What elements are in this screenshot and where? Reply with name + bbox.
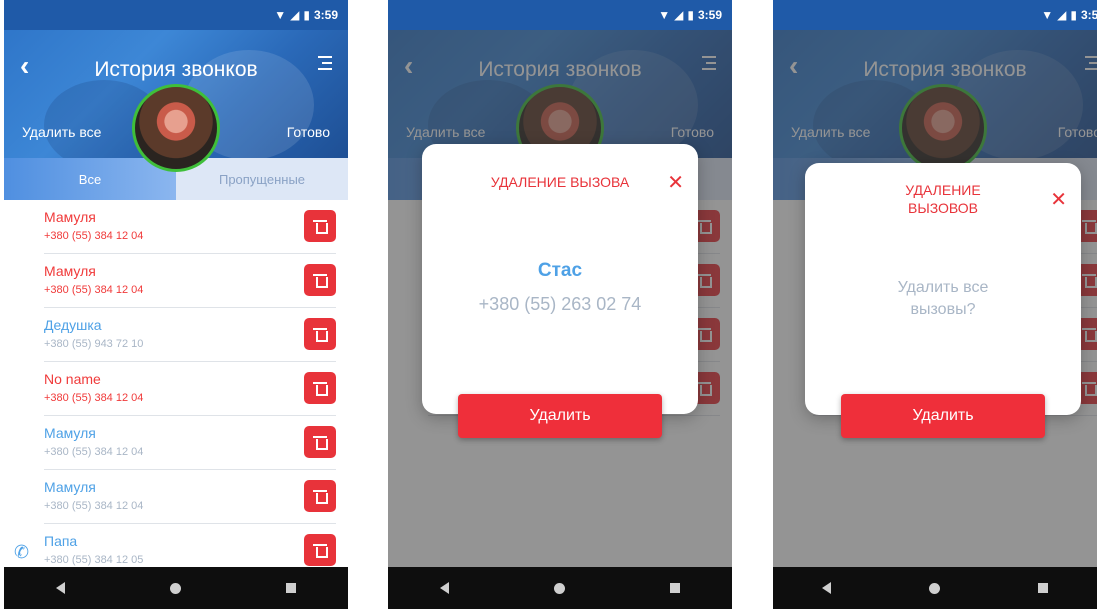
list-item[interactable]: Мамуля +380 (55) 384 12 04: [44, 254, 336, 308]
contact-name: Дедушка: [44, 317, 102, 333]
contact-phone: +380 (55) 384 12 04: [44, 284, 144, 296]
call-history-screen: ▼ ◢ ▮ 3:59 ‹ История звонков Удалить все…: [4, 0, 348, 609]
wifi-icon: ▼: [658, 8, 671, 22]
dialog-message: Удалить все вызовы?: [805, 277, 1081, 321]
list-item[interactable]: Мамуля +380 (55) 384 12 04: [44, 416, 336, 470]
contact-phone: +380 (55) 943 72 10: [44, 338, 144, 350]
status-time: 3:59: [697, 8, 722, 22]
nav-recents-icon[interactable]: [1038, 583, 1048, 593]
contact-name: Мамуля: [44, 209, 96, 225]
trash-icon: [313, 490, 328, 504]
delete-button[interactable]: [304, 372, 336, 404]
contact-phone: +380 (55) 384 12 04: [44, 230, 144, 242]
contact-name: Стас: [537, 260, 583, 281]
status-bar: ▼ ◢ ▮ 3:59: [773, 0, 1097, 30]
close-icon[interactable]: ✕: [667, 170, 684, 195]
contact-name: Мамуля: [44, 263, 96, 279]
contact-name: Мамуля: [44, 479, 96, 495]
list-item[interactable]: Мамуля +380 (55) 384 12 04: [44, 470, 336, 524]
system-nav-bar: [388, 567, 732, 609]
nav-back-icon[interactable]: [440, 582, 450, 594]
delete-all-dialog: УДАЛЕНИЕ ВЫЗОВОВ ✕ Удалить все вызовы?: [805, 163, 1081, 415]
contact-name: Папа: [44, 533, 78, 549]
delete-button[interactable]: [304, 264, 336, 296]
contact-phone: +380 (55) 263 02 74: [478, 294, 642, 314]
trash-icon: [313, 544, 328, 558]
list-item[interactable]: No name +380 (55) 384 12 04: [44, 362, 336, 416]
nav-back-icon[interactable]: [822, 582, 831, 594]
contact-phone: +380 (55) 384 12 04: [44, 446, 144, 458]
dialog-title-line1: УДАЛЕНИЕ: [905, 182, 981, 198]
outgoing-call-icon: ✆: [14, 542, 30, 562]
trash-icon: [313, 220, 328, 234]
delete-all-dialog-screen: ▼ ◢ ▮ 3:59 ‹ История звонков Удалить все…: [773, 0, 1097, 609]
delete-button[interactable]: [304, 210, 336, 242]
delete-button[interactable]: [304, 480, 336, 512]
delete-button[interactable]: [304, 534, 336, 566]
nav-back-icon[interactable]: [56, 582, 66, 594]
delete-button[interactable]: [304, 318, 336, 350]
contact-phone: +380 (55) 384 12 05: [44, 554, 144, 566]
wifi-icon: ▼: [274, 8, 287, 22]
delete-button[interactable]: Удалить: [458, 394, 662, 438]
list-item[interactable]: Дедушка +380 (55) 943 72 10: [44, 308, 336, 362]
dialog-message-line2: вызовы?: [910, 301, 976, 318]
wifi-icon: ▼: [1041, 8, 1054, 22]
signal-icon: ◢: [290, 8, 300, 22]
delete-button[interactable]: [304, 426, 336, 458]
contact-name: No name: [44, 371, 101, 387]
contact-phone: +380 (55) 384 12 04: [44, 392, 144, 404]
trash-icon: [313, 382, 328, 396]
delete-call-dialog: УДАЛЕНИЕ ВЫЗОВА ✕ Стас +380 (55) 263 02 …: [422, 144, 698, 414]
contact-phone: +380 (55) 384 12 04: [44, 500, 144, 512]
nav-home-icon[interactable]: [929, 582, 940, 594]
trash-icon: [313, 328, 328, 342]
system-nav-bar: [4, 567, 348, 609]
battery-icon: ▮: [687, 8, 694, 22]
nav-home-icon[interactable]: [553, 582, 565, 594]
delete-all-button[interactable]: Удалить все: [22, 124, 101, 140]
call-list: Мамуля +380 (55) 384 12 04 Мамуля +380 (…: [4, 200, 348, 578]
list-item[interactable]: Мамуля +380 (55) 384 12 04: [44, 200, 336, 254]
status-time: 3:59: [313, 8, 338, 22]
trash-icon: [313, 274, 328, 288]
nav-home-icon[interactable]: [169, 582, 181, 594]
dialog-title: УДАЛЕНИЕ ВЫЗОВА: [490, 174, 630, 190]
dialog-title-line2: ВЫЗОВОВ: [907, 200, 979, 216]
signal-icon: ◢: [1057, 8, 1067, 22]
status-bar: ▼ ◢ ▮ 3:59: [4, 0, 348, 30]
page-title: История звонков: [94, 58, 258, 81]
nav-recents-icon[interactable]: [285, 583, 296, 593]
status-time: 3:59: [1080, 8, 1097, 22]
tab-missed[interactable]: Пропущенные: [176, 158, 348, 200]
status-bar: ▼ ◢ ▮ 3:59: [388, 0, 732, 30]
dialog-message-line1: Удалить все: [897, 279, 989, 296]
delete-call-dialog-screen: ▼ ◢ ▮ 3:59 ‹ История звонков Удалить все…: [388, 0, 732, 609]
dialog-title: УДАЛЕНИЕ ВЫЗОВОВ: [853, 181, 1033, 217]
system-nav-bar: [773, 567, 1097, 609]
delete-button[interactable]: Удалить: [841, 394, 1045, 438]
signal-icon: ◢: [674, 8, 684, 22]
battery-icon: ▮: [1070, 8, 1077, 22]
nav-recents-icon[interactable]: [669, 583, 680, 593]
done-button[interactable]: Готово: [287, 124, 330, 140]
trash-icon: [313, 436, 328, 450]
contact-name: Мамуля: [44, 425, 96, 441]
close-icon[interactable]: ✕: [1050, 187, 1067, 212]
battery-icon: ▮: [303, 8, 310, 22]
avatar: [132, 84, 220, 172]
menu-icon[interactable]: [318, 56, 332, 72]
